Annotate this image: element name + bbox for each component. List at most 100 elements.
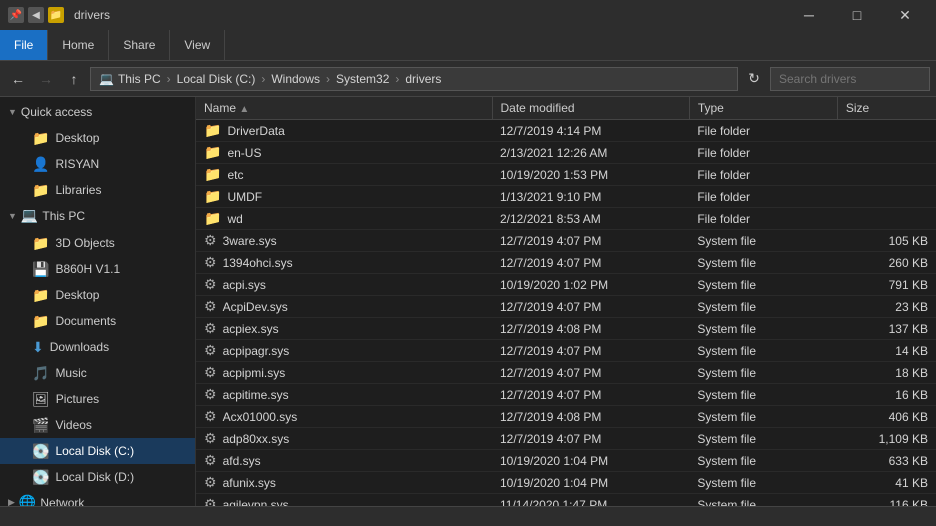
- col-header-type[interactable]: Type: [689, 97, 837, 120]
- address-path[interactable]: 💻 This PC › Local Disk (C:) › Windows › …: [90, 67, 738, 91]
- sidebar-item-pictures[interactable]: 🖼 Pictures: [0, 386, 195, 412]
- table-row[interactable]: 📁 wd 2/12/2021 8:53 AM File folder: [196, 208, 936, 230]
- sidebar-item-risyan-label: RISYAN: [55, 157, 99, 171]
- address-bar: ← → ↑ 💻 This PC › Local Disk (C:) › Wind…: [0, 61, 936, 97]
- back-button[interactable]: ←: [6, 67, 30, 91]
- path-system32[interactable]: System32: [336, 72, 389, 86]
- forward-button[interactable]: →: [34, 67, 58, 91]
- file-size: 137 KB: [837, 318, 936, 340]
- file-date: 12/7/2019 4:07 PM: [492, 362, 689, 384]
- file-name: Acx01000.sys: [223, 410, 298, 424]
- back-icon: ◀: [28, 7, 44, 23]
- table-row[interactable]: ⚙ acpipmi.sys 12/7/2019 4:07 PM System f…: [196, 362, 936, 384]
- file-size: [837, 208, 936, 230]
- up-button[interactable]: ↑: [62, 67, 86, 91]
- table-row[interactable]: 📁 UMDF 1/13/2021 9:10 PM File folder: [196, 186, 936, 208]
- sidebar-item-risyan[interactable]: 👤 RISYAN: [0, 151, 195, 177]
- table-row[interactable]: 📁 DriverData 12/7/2019 4:14 PM File fold…: [196, 120, 936, 142]
- search-input[interactable]: [770, 67, 930, 91]
- table-row[interactable]: ⚙ AcpiDev.sys 12/7/2019 4:07 PM System f…: [196, 296, 936, 318]
- sidebar-network-label: Network: [40, 496, 84, 507]
- table-row[interactable]: ⚙ agilevpn.sys 11/14/2020 1:47 PM System…: [196, 494, 936, 507]
- file-name-cell: ⚙ acpiex.sys: [196, 318, 492, 340]
- col-header-date[interactable]: Date modified: [492, 97, 689, 120]
- path-local-disk[interactable]: Local Disk (C:): [177, 72, 256, 86]
- folder-icon: 📁: [32, 130, 49, 147]
- file-name-cell: 📁 etc: [196, 164, 492, 186]
- file-date: 10/19/2020 1:53 PM: [492, 164, 689, 186]
- table-row[interactable]: ⚙ acpipagr.sys 12/7/2019 4:07 PM System …: [196, 340, 936, 362]
- tab-file[interactable]: File: [0, 30, 48, 60]
- videos-icon: 🎬: [32, 417, 49, 434]
- maximize-button[interactable]: □: [834, 0, 880, 30]
- file-date: 12/7/2019 4:07 PM: [492, 296, 689, 318]
- table-row[interactable]: ⚙ afunix.sys 10/19/2020 1:04 PM System f…: [196, 472, 936, 494]
- col-header-size[interactable]: Size: [837, 97, 936, 120]
- sidebar-item-music[interactable]: 🎵 Music: [0, 360, 195, 386]
- drive-b860-icon: 💾: [32, 261, 49, 278]
- sidebar-item-b860h[interactable]: 💾 B860H V1.1: [0, 256, 195, 282]
- sidebar-item-3d-objects-label: 3D Objects: [55, 236, 114, 250]
- file-name: acpipmi.sys: [223, 366, 286, 380]
- file-type: System file: [689, 274, 837, 296]
- table-row[interactable]: ⚙ acpitime.sys 12/7/2019 4:07 PM System …: [196, 384, 936, 406]
- file-name: 3ware.sys: [223, 234, 277, 248]
- sidebar-item-documents[interactable]: 📁 Documents: [0, 308, 195, 334]
- file-table: Name ▲ Date modified Type Size 📁 DriverD…: [196, 97, 936, 506]
- table-row[interactable]: 📁 etc 10/19/2020 1:53 PM File folder: [196, 164, 936, 186]
- file-name: adp80xx.sys: [223, 432, 290, 446]
- sidebar-item-desktop2[interactable]: 📁 Desktop: [0, 282, 195, 308]
- file-type: File folder: [689, 208, 837, 230]
- path-this-pc[interactable]: This PC: [118, 72, 161, 86]
- table-row[interactable]: ⚙ Acx01000.sys 12/7/2019 4:08 PM System …: [196, 406, 936, 428]
- file-type: System file: [689, 230, 837, 252]
- sidebar-item-desktop[interactable]: 📁 Desktop: [0, 125, 195, 151]
- sidebar-header-network[interactable]: ▶ 🌐 Network: [0, 490, 195, 506]
- tab-view[interactable]: View: [170, 30, 225, 60]
- file-name: wd: [227, 212, 242, 226]
- path-drivers[interactable]: drivers: [405, 72, 441, 86]
- close-button[interactable]: ✕: [882, 0, 928, 30]
- file-name: acpiex.sys: [223, 322, 279, 336]
- file-date: 12/7/2019 4:08 PM: [492, 318, 689, 340]
- file-name: afd.sys: [223, 454, 261, 468]
- sidebar-section-quick-access: ▼ Quick access: [0, 101, 195, 123]
- main-area: ▼ Quick access 📁 Desktop 👤 RISYAN 📁 Libr…: [0, 97, 936, 506]
- file-name-cell: ⚙ afunix.sys: [196, 472, 492, 494]
- table-row[interactable]: ⚙ afd.sys 10/19/2020 1:04 PM System file…: [196, 450, 936, 472]
- file-name-cell: ⚙ acpipmi.sys: [196, 362, 492, 384]
- sidebar-item-local-disk-c[interactable]: 💽 Local Disk (C:): [0, 438, 195, 464]
- sidebar-item-local-disk-d[interactable]: 💽 Local Disk (D:): [0, 464, 195, 490]
- file-date: 12/7/2019 4:07 PM: [492, 252, 689, 274]
- table-row[interactable]: ⚙ adp80xx.sys 12/7/2019 4:07 PM System f…: [196, 428, 936, 450]
- path-windows[interactable]: Windows: [271, 72, 320, 86]
- table-row[interactable]: ⚙ 1394ohci.sys 12/7/2019 4:07 PM System …: [196, 252, 936, 274]
- sidebar-header-quick-access[interactable]: ▼ Quick access: [0, 101, 195, 123]
- sidebar-item-3d-objects[interactable]: 📁 3D Objects: [0, 230, 195, 256]
- user-icon: 👤: [32, 156, 49, 173]
- file-date: 10/19/2020 1:04 PM: [492, 472, 689, 494]
- file-date: 12/7/2019 4:14 PM: [492, 120, 689, 142]
- table-row[interactable]: ⚙ acpiex.sys 12/7/2019 4:08 PM System fi…: [196, 318, 936, 340]
- sidebar-item-music-label: Music: [55, 366, 86, 380]
- file-name: UMDF: [227, 190, 262, 204]
- sidebar-item-videos[interactable]: 🎬 Videos: [0, 412, 195, 438]
- folder-icon: 📁: [204, 122, 221, 139]
- file-size: 1,109 KB: [837, 428, 936, 450]
- folder-icon: 📁: [204, 210, 221, 227]
- minimize-button[interactable]: ─: [786, 0, 832, 30]
- file-size: 406 KB: [837, 406, 936, 428]
- table-row[interactable]: ⚙ 3ware.sys 12/7/2019 4:07 PM System fil…: [196, 230, 936, 252]
- sidebar-header-this-pc[interactable]: ▼ 💻 This PC: [0, 203, 195, 228]
- col-header-name[interactable]: Name ▲: [196, 97, 492, 120]
- file-size: 105 KB: [837, 230, 936, 252]
- tab-share[interactable]: Share: [109, 30, 170, 60]
- tab-home[interactable]: Home: [48, 30, 109, 60]
- sidebar-item-libraries[interactable]: 📁 Libraries: [0, 177, 195, 203]
- sidebar-item-downloads[interactable]: ⬇ Downloads: [0, 334, 195, 360]
- table-row[interactable]: ⚙ acpi.sys 10/19/2020 1:02 PM System fil…: [196, 274, 936, 296]
- refresh-button[interactable]: ↻: [742, 67, 766, 91]
- file-size: [837, 120, 936, 142]
- table-row[interactable]: 📁 en-US 2/13/2021 12:26 AM File folder: [196, 142, 936, 164]
- sidebar-item-downloads-label: Downloads: [50, 340, 109, 354]
